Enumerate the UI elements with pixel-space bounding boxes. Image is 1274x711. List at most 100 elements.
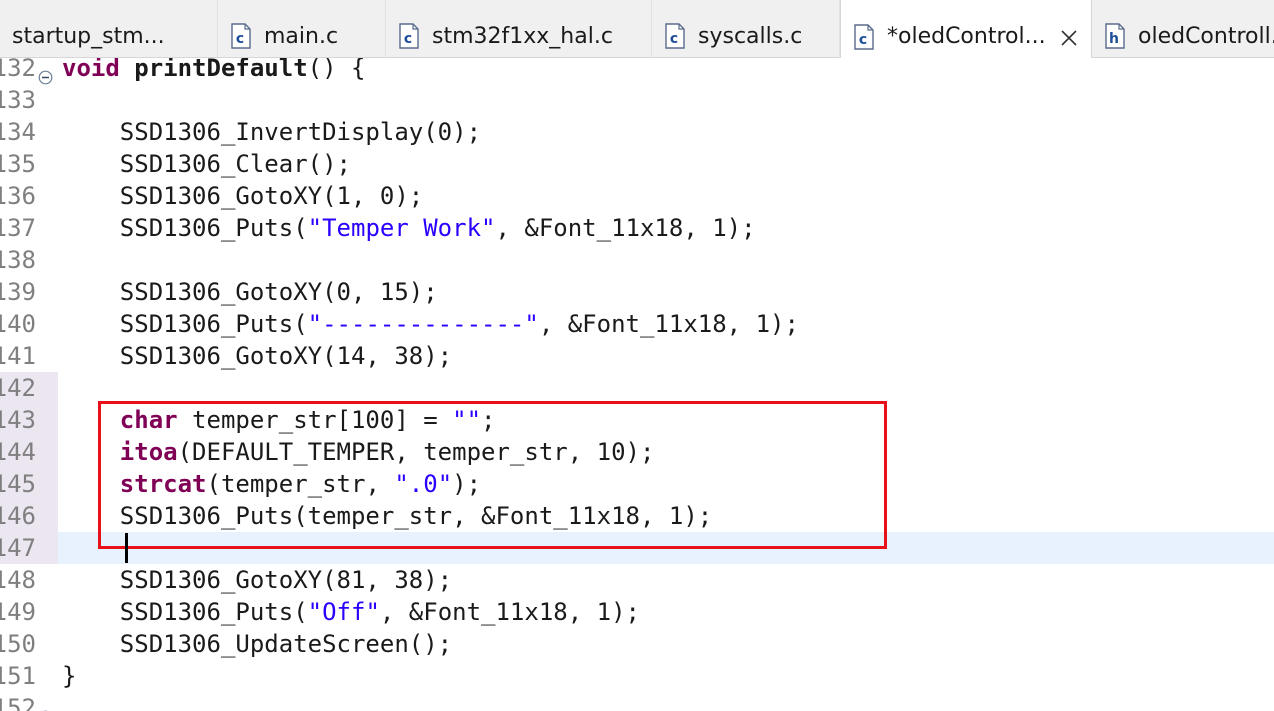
code-token: SSD1306_Clear(); <box>62 150 351 178</box>
keyword-token: void <box>62 58 120 82</box>
code-token: SSD1306_InvertDisplay(0); <box>62 118 482 146</box>
line-number: 146 <box>0 502 36 530</box>
code-line[interactable]: 152 <box>0 692 1274 711</box>
editor-tab-6[interactable]: h oledControll. <box>1092 0 1274 58</box>
code-line[interactable]: 140 SSD1306_Puts("--------------", &Font… <box>0 308 1274 340</box>
keyword-token: itoa <box>119 438 178 466</box>
line-number-gutter: 149 <box>0 596 58 628</box>
text-cursor <box>125 533 128 563</box>
code-line[interactable]: 134 SSD1306_InvertDisplay(0); <box>0 116 1274 148</box>
code-token: () { <box>307 58 366 82</box>
line-number: 152 <box>0 694 36 711</box>
code-line[interactable]: 133 <box>0 84 1274 116</box>
svg-text:c: c <box>670 31 678 47</box>
line-number: 140 <box>0 310 36 338</box>
code-line[interactable]: 136 SSD1306_GotoXY(1, 0); <box>0 180 1274 212</box>
line-number: 148 <box>0 566 36 594</box>
code-line[interactable]: 142 <box>0 372 1274 404</box>
line-number: 138 <box>0 246 36 274</box>
code-line[interactable]: 151} <box>0 660 1274 692</box>
line-number-gutter: 148 <box>0 564 58 596</box>
code-line[interactable]: 148 SSD1306_GotoXY(81, 38); <box>0 564 1274 596</box>
code-text: SSD1306_GotoXY(81, 38); <box>62 564 452 596</box>
code-token: ; <box>481 406 496 434</box>
code-line[interactable]: 132 void printDefault() { <box>0 58 1274 85</box>
code-token: temper_str[100] = <box>177 406 453 434</box>
code-token: SSD1306_GotoXY(0, 15); <box>62 278 438 306</box>
line-number: 141 <box>0 342 36 370</box>
line-number-gutter: 140 <box>0 308 58 340</box>
code-token: SSD1306_Puts( <box>62 214 308 242</box>
line-number-gutter: 146 <box>0 500 58 532</box>
tab-label: *oledControl... <box>887 24 1046 49</box>
code-line[interactable]: 144 itoa(DEFAULT_TEMPER, temper_str, 10)… <box>0 436 1274 468</box>
code-text: } <box>62 660 76 692</box>
code-line[interactable]: 141 SSD1306_GotoXY(14, 38); <box>0 340 1274 372</box>
code-line[interactable]: 147 <box>0 532 1274 564</box>
string-token: "Off" <box>307 598 380 626</box>
editor-tab-bar: startup_stm... c main.c c stm32f1xx_hal.c c sy… <box>0 0 1274 59</box>
code-token: SSD1306_Puts(temper_str, &Font_11x18, 1)… <box>62 502 713 530</box>
editor-tab-1[interactable]: startup_stm... <box>0 0 218 58</box>
line-number: 142 <box>0 374 36 402</box>
c-file-icon: c <box>398 23 420 49</box>
line-number: 143 <box>0 406 36 434</box>
code-line[interactable]: 149 SSD1306_Puts("Off", &Font_11x18, 1); <box>0 596 1274 628</box>
tab-label: startup_stm... <box>12 23 165 49</box>
line-number: 135 <box>0 150 36 178</box>
code-line[interactable]: 146 SSD1306_Puts(temper_str, &Font_11x18… <box>0 500 1274 532</box>
keyword-token: strcat <box>119 470 207 498</box>
code-text: SSD1306_GotoXY(14, 38); <box>62 340 452 372</box>
fold-collapse-icon[interactable] <box>38 701 53 711</box>
line-number-gutter: 134 <box>0 116 58 148</box>
code-text: SSD1306_UpdateScreen(); <box>62 628 452 660</box>
code-text: SSD1306_Puts("Off", &Font_11x18, 1); <box>62 596 640 628</box>
code-text: SSD1306_Clear(); <box>62 148 351 180</box>
line-number-gutter: 132 <box>0 58 58 85</box>
line-number-gutter: 145 <box>0 468 58 500</box>
code-line[interactable]: 143 char temper_str[100] = ""; <box>0 404 1274 436</box>
code-line[interactable]: 138 <box>0 244 1274 276</box>
editor-tab-3[interactable]: c stm32f1xx_hal.c <box>386 0 652 58</box>
line-number-gutter: 141 <box>0 340 58 372</box>
editor-tab-4[interactable]: c syscalls.c <box>652 0 840 58</box>
code-line[interactable]: 135 SSD1306_Clear(); <box>0 148 1274 180</box>
string-token: "--------------" <box>307 310 539 338</box>
line-number-gutter: 147 <box>0 532 58 564</box>
close-icon[interactable] <box>1060 28 1078 46</box>
code-line[interactable]: 145 strcat(temper_str, ".0"); <box>0 468 1274 500</box>
keyword-token: char <box>119 406 178 434</box>
string-token: "" <box>452 406 482 434</box>
code-token: ); <box>452 470 482 498</box>
code-text: SSD1306_Puts("--------------", &Font_11x… <box>62 308 799 340</box>
code-token: , &Font_11x18, 1); <box>379 598 640 626</box>
code-editor[interactable]: 152 151}150 SSD1306_UpdateScreen();149 SS… <box>0 58 1274 711</box>
tab-label: stm32f1xx_hal.c <box>432 23 613 49</box>
code-token: SSD1306_GotoXY(1, 0); <box>62 182 424 210</box>
line-number-gutter: 142 <box>0 372 58 404</box>
code-token: , &Font_11x18, 1); <box>538 310 799 338</box>
code-line[interactable]: 150 SSD1306_UpdateScreen(); <box>0 628 1274 660</box>
editor-tab-2[interactable]: c main.c <box>218 0 386 58</box>
line-number-gutter: 133 <box>0 84 58 116</box>
tab-label: syscalls.c <box>698 23 803 49</box>
code-token: (DEFAULT_TEMPER, temper_str, 10); <box>177 438 655 466</box>
line-number-gutter: 138 <box>0 244 58 276</box>
code-token: SSD1306_UpdateScreen(); <box>62 630 453 658</box>
editor-tab-5[interactable]: c *oledControl... <box>840 0 1092 59</box>
tab-label: main.c <box>264 23 339 49</box>
code-token: SSD1306_Puts( <box>62 598 308 626</box>
code-line[interactable]: 139 SSD1306_GotoXY(0, 15); <box>0 276 1274 308</box>
line-number: 149 <box>0 598 36 626</box>
code-text: SSD1306_GotoXY(0, 15); <box>62 276 438 308</box>
line-number: 134 <box>0 118 36 146</box>
code-token: printDefault <box>134 58 308 82</box>
code-line[interactable]: 137 SSD1306_Puts("Temper Work", &Font_11… <box>0 212 1274 244</box>
code-text: itoa(DEFAULT_TEMPER, temper_str, 10); <box>62 436 655 468</box>
line-number: 144 <box>0 438 36 466</box>
line-number: 151 <box>0 662 36 690</box>
fold-collapse-icon[interactable] <box>38 61 53 85</box>
svg-text:c: c <box>859 32 867 48</box>
